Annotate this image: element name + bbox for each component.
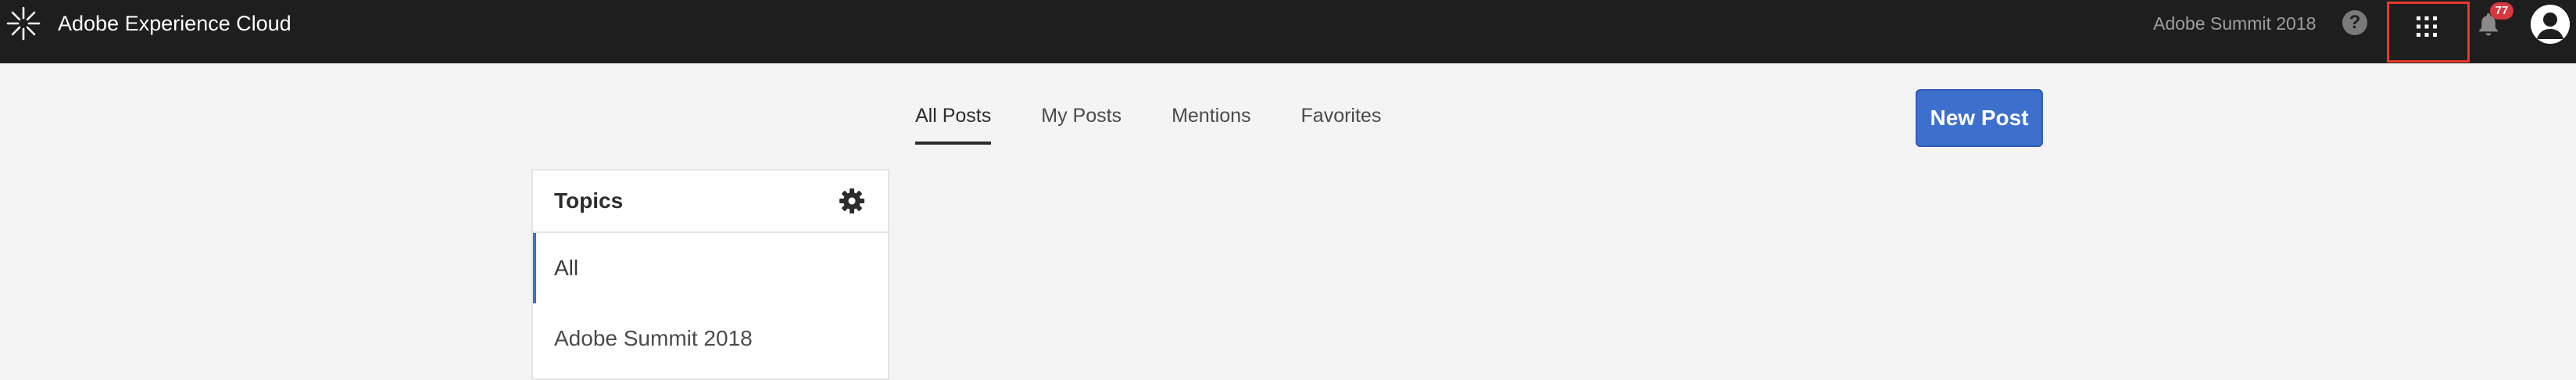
brand[interactable]: Adobe Experience Cloud xyxy=(5,0,292,47)
help-icon[interactable]: ? xyxy=(2342,10,2367,35)
experience-cloud-logo-icon xyxy=(6,6,41,41)
topic-item-adobe-summit-2018[interactable]: Adobe Summit 2018 xyxy=(533,303,888,374)
topics-header: Topics xyxy=(533,170,888,233)
tab-favorites[interactable]: Favorites xyxy=(1301,90,1382,146)
brand-title: Adobe Experience Cloud xyxy=(58,11,292,35)
org-switcher[interactable]: Adobe Summit 2018 xyxy=(2153,0,2316,47)
app-grid-icon xyxy=(2417,16,2437,37)
tab-my-posts[interactable]: My Posts xyxy=(1041,90,1122,146)
new-post-button[interactable]: New Post xyxy=(1916,89,2043,147)
notifications-button[interactable]: 77 xyxy=(2470,0,2513,47)
shell-bar: Adobe Experience Cloud Adobe Summit 2018… xyxy=(0,0,2576,63)
topics-panel: Topics All Adobe Summit 2018 xyxy=(531,169,889,380)
app-switcher-button[interactable] xyxy=(2387,2,2470,63)
user-avatar-icon[interactable] xyxy=(2531,5,2570,44)
tab-all-posts[interactable]: All Posts xyxy=(915,90,992,146)
notification-count-badge: 77 xyxy=(2490,2,2513,20)
posts-tabs: All Posts My Posts Mentions Favorites xyxy=(915,90,1381,146)
user-silhouette-icon xyxy=(2531,5,2570,44)
topic-item-all[interactable]: All xyxy=(533,233,888,303)
tab-mentions[interactable]: Mentions xyxy=(1172,90,1250,146)
gear-icon[interactable] xyxy=(839,188,865,214)
topics-title: Topics xyxy=(554,188,624,213)
